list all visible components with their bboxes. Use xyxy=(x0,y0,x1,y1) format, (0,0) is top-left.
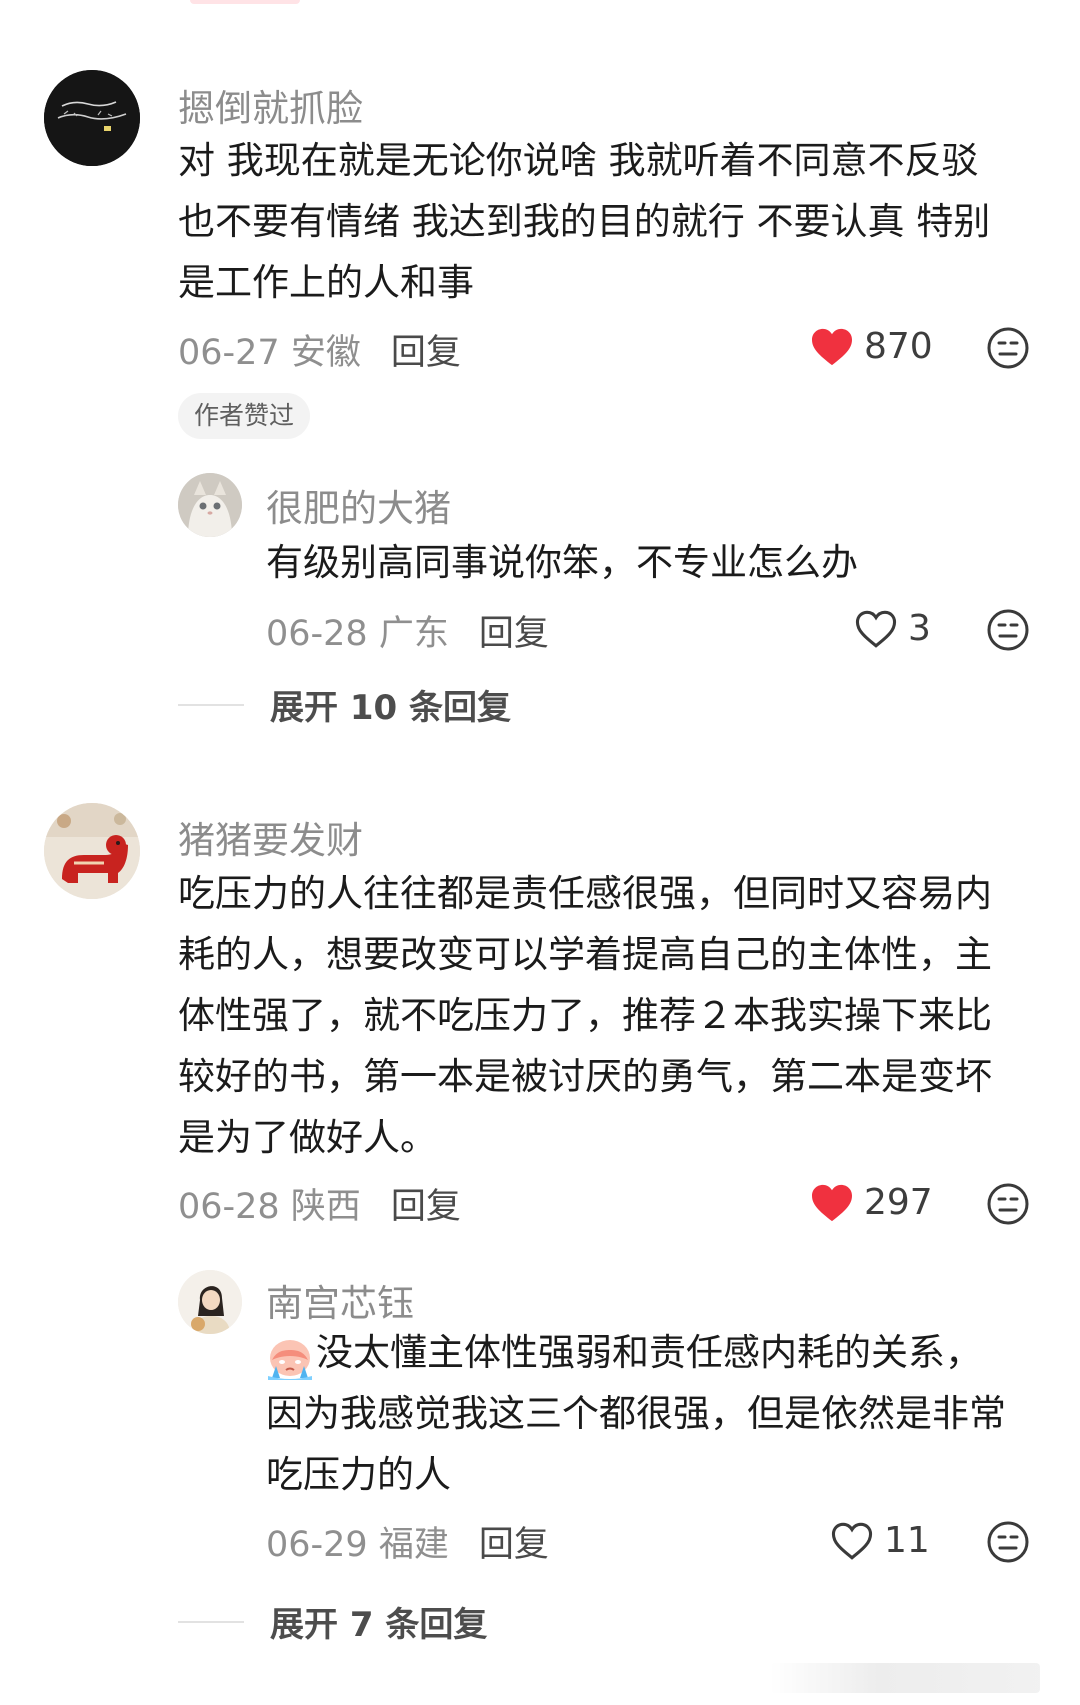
avatar-image xyxy=(44,70,140,166)
like-count: 11 xyxy=(884,1520,930,1561)
like-button[interactable]: 870 xyxy=(810,326,933,367)
reply-button[interactable]: 回复 xyxy=(479,614,549,654)
heart-outline-icon xyxy=(855,610,897,648)
avatar[interactable] xyxy=(44,70,140,166)
reply-avatar[interactable] xyxy=(178,473,242,537)
author-liked-badge: 作者赞过 xyxy=(178,393,311,439)
expand-replies-label: 展开 10 条回复 xyxy=(270,688,511,728)
reply-meta: 06-29 福建 回复 xyxy=(266,1516,549,1567)
avatar-image xyxy=(178,473,242,537)
like-count: 3 xyxy=(908,608,931,649)
date-location: 06-27 安徽 xyxy=(178,333,361,373)
heart-outline-icon xyxy=(831,1522,873,1560)
comment-text: 吃压力的人往往都是责任感很强，但同时又容易内 耗的人，想要改变可以学着提高自己的… xyxy=(178,872,992,1159)
like-count: 297 xyxy=(864,1182,933,1223)
like-button[interactable]: 297 xyxy=(810,1182,933,1223)
reply-button[interactable]: 回复 xyxy=(391,333,461,373)
neutral-face-icon[interactable] xyxy=(986,1182,1030,1226)
reply-text: 有级别高同事说你笨，不专业怎么办 xyxy=(266,541,858,584)
expand-replies-button[interactable]: 展开 7 条回复 xyxy=(178,1597,487,1646)
neutral-face-icon[interactable] xyxy=(986,608,1030,652)
previous-item-edge xyxy=(190,0,300,4)
reply-text: 没太懂主体性强弱和责任感内耗的关系， 因为我感觉我这三个都很强，但是依然是非常 … xyxy=(266,1331,1006,1496)
reply-button[interactable]: 回复 xyxy=(391,1187,461,1227)
neutral-face-icon[interactable] xyxy=(986,326,1030,370)
username[interactable]: 猪猪要发财 xyxy=(178,810,363,864)
avatar-image xyxy=(178,1270,242,1334)
expand-replies-button[interactable]: 展开 10 条回复 xyxy=(178,680,511,729)
avatar-image xyxy=(44,803,140,899)
watermark xyxy=(770,1663,1040,1693)
date-location: 06-29 福建 xyxy=(266,1525,449,1565)
reply-meta: 06-28 广东 回复 xyxy=(266,605,549,656)
date-location: 06-28 广东 xyxy=(266,614,449,654)
reply-username[interactable]: 南宫芯钰 xyxy=(266,1273,414,1327)
reply-like-button[interactable]: 3 xyxy=(854,608,931,649)
heart-filled-icon xyxy=(812,1184,852,1221)
comment-meta: 06-27 安徽 回复 xyxy=(178,324,461,375)
neutral-face-icon[interactable] xyxy=(986,1520,1030,1564)
date-location: 06-28 陕西 xyxy=(178,1187,361,1227)
reply-username[interactable]: 很肥的大猪 xyxy=(266,478,451,532)
avatar[interactable] xyxy=(44,803,140,899)
reply-button[interactable]: 回复 xyxy=(479,1525,549,1565)
divider-line xyxy=(178,1620,244,1623)
username[interactable]: 摁倒就抓脸 xyxy=(178,78,363,132)
reply-like-button[interactable]: 11 xyxy=(830,1520,930,1561)
expand-replies-label: 展开 7 条回复 xyxy=(270,1605,488,1645)
like-count: 870 xyxy=(864,326,933,367)
heart-filled-icon xyxy=(812,328,852,365)
comment-text: 对 我现在就是无论你说啥 我就听着不同意不反驳 也不要有情绪 我达到我的目的就行… xyxy=(178,139,991,304)
reply-avatar[interactable] xyxy=(178,1270,242,1334)
divider-line xyxy=(178,703,244,706)
comment-meta: 06-28 陕西 回复 xyxy=(178,1178,461,1229)
